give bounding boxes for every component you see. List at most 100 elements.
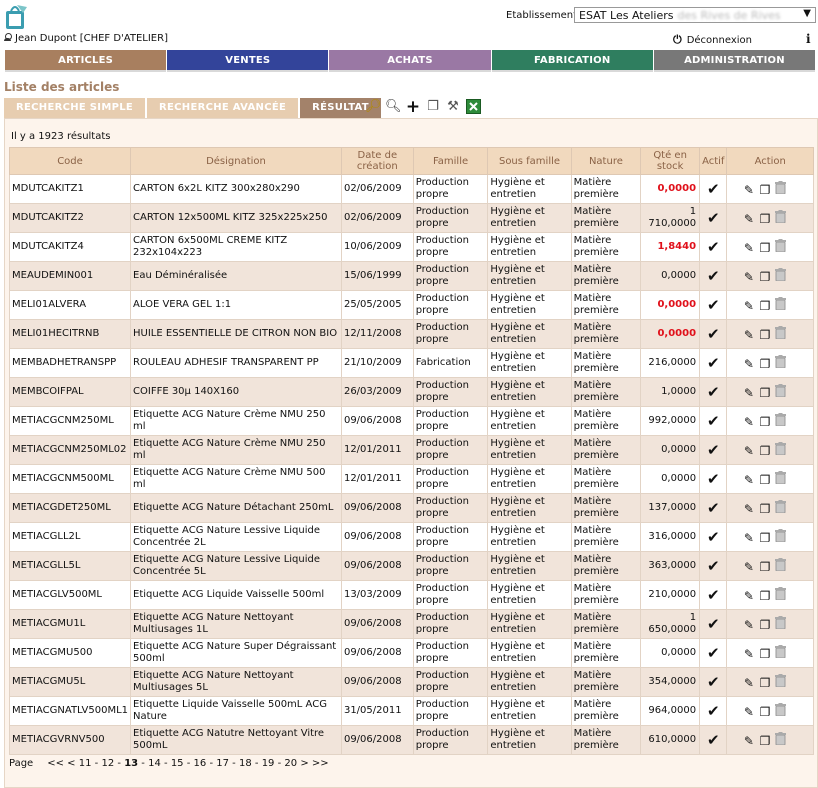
delete-icon[interactable]	[773, 528, 788, 545]
table-row[interactable]: METIACGLL2L Etiquette ACG Nature Lessive …	[8, 522, 814, 552]
prev-page-link[interactable]: <	[67, 758, 75, 769]
edit-icon[interactable]: ✎	[741, 240, 756, 256]
duplicate-icon[interactable]: ❐	[757, 414, 772, 430]
page-link[interactable]: 18	[239, 758, 252, 769]
duplicate-icon[interactable]: ❐	[757, 530, 772, 546]
page-link[interactable]: 16	[194, 758, 207, 769]
table-row[interactable]: MDUTCAKITZ4 CARTON 6x500ML CREME KITZ 232…	[8, 232, 814, 262]
duplicate-icon[interactable]: ❐	[757, 327, 772, 343]
nav-tab-fabrication[interactable]: FABRICATION	[491, 50, 653, 72]
first-page-link[interactable]: <<	[47, 758, 64, 769]
zoom-search-icon[interactable]: 🔍︎	[385, 99, 402, 115]
nav-tab-achats[interactable]: ACHATS	[329, 50, 491, 72]
delete-icon[interactable]	[773, 644, 788, 661]
search-filter-icon[interactable]: 🔎︎	[365, 99, 382, 115]
page-link[interactable]: 15	[171, 758, 184, 769]
edit-icon[interactable]: ✎	[741, 675, 756, 691]
table-row[interactable]: METIACGCNM250ML02 Etiquette ACG Nature Cr…	[8, 435, 814, 465]
page-link[interactable]: 11	[79, 758, 92, 769]
duplicate-icon[interactable]: ❐	[757, 385, 772, 401]
app-logo-icon[interactable]	[3, 3, 29, 30]
edit-icon[interactable]: ✎	[741, 588, 756, 604]
edit-icon[interactable]: ✎	[741, 385, 756, 401]
duplicate-icon[interactable]: ❐	[757, 269, 772, 285]
table-row[interactable]: METIACGVRNV500 Etiquette ACG Natutre Nett…	[8, 725, 814, 755]
delete-icon[interactable]	[773, 325, 788, 342]
nav-tab-administration[interactable]: ADMINISTRATION	[653, 50, 816, 72]
duplicate-icon[interactable]: ❐	[757, 733, 772, 749]
edit-icon[interactable]: ✎	[741, 646, 756, 662]
delete-icon[interactable]	[773, 412, 788, 429]
table-row[interactable]: MELI01ALVERA ALOE VERA GEL 1:1 25/05/2005 P…	[8, 290, 814, 320]
duplicate-icon[interactable]: ❐	[757, 704, 772, 720]
delete-icon[interactable]	[773, 615, 788, 632]
delete-icon[interactable]	[773, 209, 788, 226]
establishment-select[interactable]: ESAT Les Ateliers des Rives de Rives ▼	[574, 7, 816, 23]
edit-icon[interactable]: ✎	[741, 443, 756, 459]
table-row[interactable]: METIACGMU5L Etiquette ACG Nature Nettoyan…	[8, 667, 814, 697]
nav-tab-articles[interactable]: ARTICLES	[5, 50, 167, 72]
table-row[interactable]: METIACGMU500 Etiquette ACG Nature Super D…	[8, 638, 814, 668]
edit-icon[interactable]: ✎	[741, 530, 756, 546]
delete-icon[interactable]	[773, 267, 788, 284]
delete-icon[interactable]	[773, 557, 788, 574]
table-row[interactable]: MEAUDEMIN001 Eau Déminéralisée 15/06/1999 P…	[8, 261, 814, 291]
nav-tab-ventes[interactable]: VENTES	[167, 50, 329, 72]
delete-icon[interactable]	[773, 702, 788, 719]
edit-icon[interactable]: ✎	[741, 356, 756, 372]
edit-icon[interactable]: ✎	[741, 704, 756, 720]
table-row[interactable]: MEMBCOIFPAL COIFFE 30µ 140X160 26/03/2009 P…	[8, 377, 814, 407]
excel-export-icon[interactable]	[465, 99, 481, 115]
delete-icon[interactable]	[773, 731, 788, 748]
tab-advanced-search[interactable]: RECHERCHE AVANCÉE	[147, 98, 299, 118]
delete-icon[interactable]	[773, 499, 788, 516]
table-row[interactable]: METIACGLL5L Etiquette ACG Nature Lessive …	[8, 551, 814, 581]
duplicate-icon[interactable]: ❐	[757, 617, 772, 633]
duplicate-icon[interactable]: ❐	[757, 298, 772, 314]
edit-icon[interactable]: ✎	[741, 298, 756, 314]
edit-icon[interactable]: ✎	[741, 559, 756, 575]
page-link[interactable]: 14	[148, 758, 161, 769]
duplicate-icon[interactable]: ❐	[757, 588, 772, 604]
logout-link[interactable]: ⏻ Déconnexion	[673, 33, 752, 47]
delete-icon[interactable]	[773, 441, 788, 458]
table-row[interactable]: METIACGLV500ML Etiquette ACG Liquide Vais…	[8, 580, 814, 610]
duplicate-icon[interactable]: ❐	[757, 646, 772, 662]
info-icon[interactable]: i	[806, 32, 811, 46]
delete-icon[interactable]	[773, 296, 788, 313]
table-row[interactable]: METIACGMU1L Etiquette ACG Nature Nettoyan…	[8, 609, 814, 639]
delete-icon[interactable]	[773, 238, 788, 255]
delete-icon[interactable]	[773, 673, 788, 690]
duplicate-icon[interactable]: ❐	[757, 211, 772, 227]
duplicate-icon[interactable]: ❐	[757, 240, 772, 256]
page-link[interactable]: 20	[284, 758, 297, 769]
page-link[interactable]: 19	[262, 758, 275, 769]
edit-icon[interactable]: ✎	[741, 211, 756, 227]
delete-icon[interactable]	[773, 354, 788, 371]
edit-icon[interactable]: ✎	[741, 501, 756, 517]
duplicate-icon[interactable]: ❐	[757, 443, 772, 459]
page-link[interactable]: 13	[124, 758, 138, 769]
duplicate-icon[interactable]: ❐	[757, 559, 772, 575]
delete-icon[interactable]	[773, 586, 788, 603]
add-icon[interactable]: +	[405, 99, 421, 116]
duplicate-icon[interactable]: ❐	[757, 675, 772, 691]
delete-icon[interactable]	[773, 383, 788, 400]
duplicate-icon[interactable]: ❐	[757, 182, 772, 198]
table-row[interactable]: METIACGCNM500ML Etiquette ACG Nature Crèm…	[8, 464, 814, 494]
table-row[interactable]: MDUTCAKITZ1 CARTON 6x2L KITZ 300x280x290 0…	[8, 174, 814, 204]
duplicate-icon[interactable]: ❐	[757, 356, 772, 372]
edit-icon[interactable]: ✎	[741, 472, 756, 488]
edit-icon[interactable]: ✎	[741, 414, 756, 430]
table-row[interactable]: MELI01HECITRNB HUILE ESSENTIELLE DE CITRO…	[8, 319, 814, 349]
delete-icon[interactable]	[773, 470, 788, 487]
table-row[interactable]: MEMBADHETRANSPP ROULEAU ADHESIF TRANSPARE…	[8, 348, 814, 378]
edit-icon[interactable]: ✎	[741, 733, 756, 749]
copy-icon[interactable]: ❐	[425, 99, 441, 115]
table-row[interactable]: METIACGNATLV500ML1 Etiquette Liquide Vais…	[8, 696, 814, 726]
table-row[interactable]: METIACGCNM250ML Etiquette ACG Nature Crèm…	[8, 406, 814, 436]
page-link[interactable]: 17	[216, 758, 229, 769]
tools-icon[interactable]: ⚒	[445, 99, 461, 115]
edit-icon[interactable]: ✎	[741, 269, 756, 285]
tab-simple-search[interactable]: RECHERCHE SIMPLE	[4, 98, 145, 118]
